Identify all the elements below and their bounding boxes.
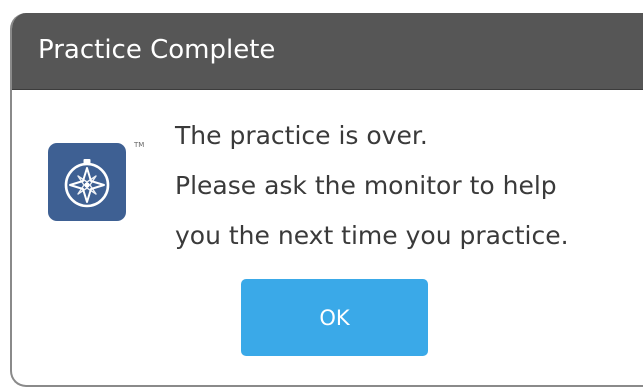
compass-icon: [48, 143, 126, 221]
dialog-title: Practice Complete: [38, 35, 276, 65]
dialog-message: The practice is over. Please ask the mon…: [175, 111, 569, 261]
message-line: you the next time you practice.: [175, 221, 569, 250]
message-line: The practice is over.: [175, 121, 428, 150]
practice-complete-dialog: Practice Complete TM The practice is ove…: [10, 13, 643, 387]
ok-button[interactable]: OK: [241, 279, 428, 356]
trademark-mark: TM: [134, 141, 145, 149]
message-line: Please ask the monitor to help: [175, 171, 557, 200]
dialog-titlebar: Practice Complete: [12, 13, 643, 90]
